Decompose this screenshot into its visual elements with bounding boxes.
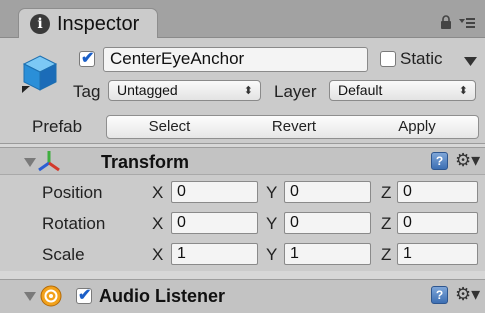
transform-axes-icon [38,151,60,172]
x-axis-label[interactable]: X [152,245,163,265]
transform-header[interactable]: Transform ? ⚙▾ [0,147,485,175]
tab-label: Inspector [57,13,140,35]
scale-label: Scale [42,245,85,264]
checkmark-icon: ✔ [81,50,95,67]
scale-x-field[interactable]: 1 [171,243,258,265]
audio-listener-title: Audio Listener [99,286,226,306]
layer-dropdown[interactable]: Default ⬍ [329,80,476,101]
gear-icon[interactable]: ⚙▾ [455,151,480,169]
tag-dropdown[interactable]: Untagged ⬍ [108,80,261,101]
transform-title: Transform [101,152,190,172]
tab-bar: i Inspector [0,0,485,39]
position-z-field[interactable]: 0 [397,181,478,203]
updown-arrows-icon: ⬍ [243,85,253,97]
context-menu-icon[interactable] [459,15,475,29]
updown-arrows-icon: ⬍ [458,85,468,97]
help-icon[interactable]: ? [431,152,448,170]
position-label: Position [42,183,103,202]
rotation-z-field[interactable]: 0 [397,212,478,234]
audio-listener-icon [40,285,62,307]
rotation-y-field[interactable]: 0 [284,212,371,234]
scale-y-field[interactable]: 1 [284,243,371,265]
z-axis-label[interactable]: Z [381,245,391,265]
z-axis-label[interactable]: Z [381,183,391,203]
rotation-x-field[interactable]: 0 [171,212,258,234]
position-x-field[interactable]: 0 [171,181,258,203]
help-icon[interactable]: ? [431,286,448,304]
foldout-arrow-icon[interactable] [24,158,36,167]
static-checkbox[interactable] [380,51,396,67]
rotation-label: Rotation [42,214,106,233]
y-axis-label[interactable]: Y [266,245,277,265]
y-axis-label[interactable]: Y [266,183,277,203]
y-axis-label[interactable]: Y [266,214,277,234]
checkmark-icon: ✔ [78,287,92,304]
layer-value: Default [338,82,383,98]
prefab-revert-button[interactable]: Revert [232,115,357,139]
foldout-arrow-icon[interactable] [24,292,36,301]
z-axis-label[interactable]: Z [381,214,391,234]
prefab-apply-button[interactable]: Apply [356,115,479,139]
active-checkbox[interactable]: ✔ [79,50,95,67]
scale-z-field[interactable]: 1 [397,243,478,265]
name-field[interactable]: CenterEyeAnchor [103,47,368,72]
position-y-field[interactable]: 0 [284,181,371,203]
audio-listener-header[interactable]: ✔ Audio Listener ? ⚙▾ [0,279,485,313]
tag-label: Tag [73,82,101,101]
gear-icon[interactable]: ⚙▾ [455,285,480,303]
static-label: Static [400,49,443,68]
info-icon: i [30,14,50,34]
static-dropdown-icon[interactable] [464,57,477,66]
tab-inspector[interactable]: i Inspector [18,8,158,39]
gameobject-cube-icon [22,55,58,93]
prefab-label: Prefab [32,117,83,136]
x-axis-label[interactable]: X [152,183,163,203]
x-axis-label[interactable]: X [152,214,163,234]
tag-value: Untagged [117,82,178,98]
prefab-select-button[interactable]: Select [106,115,233,139]
audio-listener-enabled-checkbox[interactable]: ✔ [76,287,92,304]
lock-icon[interactable] [440,15,452,29]
layer-label: Layer [274,82,317,101]
